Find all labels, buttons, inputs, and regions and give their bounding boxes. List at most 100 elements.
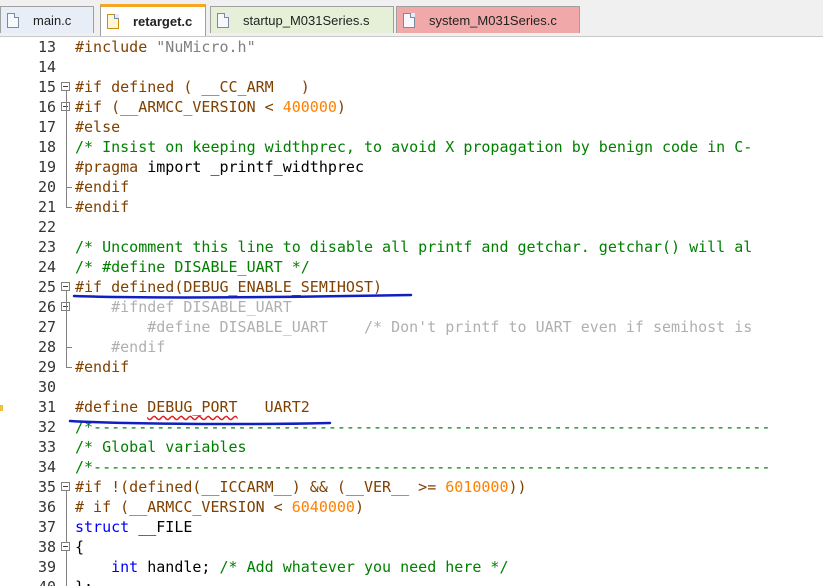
code-line[interactable]: 34 /*------------------------------------… xyxy=(0,457,823,477)
code-text: #include "NuMicro.h" xyxy=(75,37,256,57)
code-text: #endif xyxy=(75,177,129,197)
code-line[interactable]: 37 struct __FILE xyxy=(0,517,823,537)
fold-end xyxy=(66,367,72,368)
code-text: /* Insist on keeping widthprec, to avoid… xyxy=(75,137,752,157)
code-text: #else xyxy=(75,117,120,137)
code-token: int xyxy=(111,558,139,576)
line-number: 24 xyxy=(37,258,56,276)
code-text: #endif xyxy=(75,197,129,217)
code-line[interactable]: 30 xyxy=(0,377,823,397)
line-number: 13 xyxy=(37,38,56,56)
fold-end xyxy=(66,207,72,208)
code-line[interactable]: 29 #endif xyxy=(0,357,823,377)
code-text: /* #define DISABLE_UART */ xyxy=(75,257,310,277)
code-token: #define xyxy=(75,398,148,416)
tab-main-c[interactable]: main.c xyxy=(0,6,94,33)
fold-guide xyxy=(66,291,67,367)
fold-toggle-icon[interactable] xyxy=(61,282,70,291)
code-line[interactable]: 35 #if !(defined(__ICCARM__) && (__VER__ … xyxy=(0,477,823,497)
code-editor[interactable]: 13 #include "NuMicro.h" 14 15 #if defined ( … xyxy=(0,37,823,586)
code-token: #ifndef DISABLE_UART xyxy=(75,298,292,316)
code-line[interactable]: 21 #endif xyxy=(0,197,823,217)
line-number: 18 xyxy=(37,138,56,156)
code-text: int handle; /* Add whatever you need her… xyxy=(75,557,508,577)
code-line[interactable]: 36 # if (__ARMCC_VERSION < 6040000) xyxy=(0,497,823,517)
line-number: 40 xyxy=(0,577,56,586)
code-line[interactable]: 13 #include "NuMicro.h" xyxy=(0,37,823,57)
code-token: (__ARMCC_VERSION < xyxy=(120,498,292,516)
code-line[interactable]: 24 /* #define DISABLE_UART */ xyxy=(0,257,823,277)
line-number: 20 xyxy=(37,178,56,196)
tab-label: retarget.c xyxy=(133,14,193,29)
code-line[interactable]: 25 #if defined(DEBUG_ENABLE_SEMIHOST) xyxy=(0,277,823,297)
line-number: 35 xyxy=(37,478,56,496)
line-number: 21 xyxy=(37,198,56,216)
code-token: /*--------------------------------------… xyxy=(75,458,771,476)
code-token: 6040000 xyxy=(291,498,355,516)
code-token: DEBUG_PORT xyxy=(147,398,238,416)
code-text: { xyxy=(75,537,84,557)
code-token: #define DISABLE_UART /* Don't printf to … xyxy=(75,318,753,336)
fold-margin xyxy=(58,37,74,586)
code-line[interactable]: 33 /* Global variables xyxy=(0,437,823,457)
fold-end xyxy=(66,347,72,348)
code-token: #if xyxy=(75,478,112,496)
code-text: /* Uncomment this line to disable all pr… xyxy=(75,237,752,257)
line-number: 34 xyxy=(37,458,56,476)
tab-retarget-c[interactable]: retarget.c xyxy=(100,4,206,36)
code-token: /* Uncomment this line to disable all pr… xyxy=(75,238,753,256)
line-number: 26 xyxy=(37,298,56,316)
tab-label: main.c xyxy=(33,12,72,28)
code-token: #endif xyxy=(75,178,130,196)
code-line[interactable]: 14 xyxy=(0,57,823,77)
line-number: 32 xyxy=(37,418,56,436)
code-line[interactable]: 27 #define DISABLE_UART /* Don't printf … xyxy=(0,317,823,337)
code-line[interactable]: 28 #endif xyxy=(0,337,823,357)
code-token: )) xyxy=(508,478,527,496)
code-line[interactable]: 31 #define DEBUG_PORT UART2 xyxy=(0,397,823,417)
code-line[interactable]: 19 #pragma import _printf_widthprec xyxy=(0,157,823,177)
code-token: #if xyxy=(75,278,112,296)
code-token: !(defined(__ICCARM__) && (__VER__ >= xyxy=(111,478,446,496)
code-text: /*--------------------------------------… xyxy=(75,457,770,477)
code-line[interactable]: 22 xyxy=(0,217,823,237)
code-line[interactable]: 16 #if (__ARMCC_VERSION < 400000) xyxy=(0,97,823,117)
code-token: (__ARMCC_VERSION < xyxy=(111,98,283,116)
line-number: 30 xyxy=(37,378,56,396)
line-number: 39 xyxy=(37,558,56,576)
code-text: #if defined(DEBUG_ENABLE_SEMIHOST) xyxy=(75,277,382,297)
code-line[interactable]: 32 /*------------------------------------… xyxy=(0,417,823,437)
tab-system-m031series-c[interactable]: system_M031Series.c xyxy=(396,6,580,33)
fold-end xyxy=(66,187,72,188)
code-token: struct xyxy=(75,518,130,536)
code-text: #ifndef DISABLE_UART xyxy=(75,297,292,317)
code-token: }; xyxy=(75,578,93,586)
line-number: 23 xyxy=(37,238,56,256)
code-line[interactable]: 20 #endif xyxy=(0,177,823,197)
fold-toggle-icon[interactable] xyxy=(61,82,70,91)
fold-toggle-icon[interactable] xyxy=(61,542,70,551)
code-line[interactable]: 17 #else xyxy=(0,117,823,137)
code-text: #if !(defined(__ICCARM__) && (__VER__ >=… xyxy=(75,477,527,497)
code-line[interactable]: 23 /* Uncomment this line to disable all … xyxy=(0,237,823,257)
file-icon xyxy=(107,14,119,29)
code-line[interactable]: 38 { xyxy=(0,537,823,557)
code-line[interactable]: 40}; xyxy=(0,577,823,586)
code-token: #if xyxy=(75,98,112,116)
code-line[interactable]: 18 /* Insist on keeping widthprec, to avo… xyxy=(0,137,823,157)
code-token: /*--------------------------------------… xyxy=(75,418,771,436)
code-text: #define DEBUG_PORT UART2 xyxy=(75,397,310,417)
code-line[interactable]: 39 int handle; /* Add whatever you need … xyxy=(0,557,823,577)
code-text: #endif xyxy=(75,357,129,377)
code-text: struct __FILE xyxy=(75,517,192,537)
file-icon xyxy=(403,12,415,28)
code-line[interactable]: 26 #ifndef DISABLE_UART xyxy=(0,297,823,317)
code-line[interactable]: 15 #if defined ( __CC_ARM ) xyxy=(0,77,823,97)
code-token: 400000 xyxy=(282,98,337,116)
tab-startup-m031series-s[interactable]: startup_M031Series.s xyxy=(210,6,394,33)
line-number: 27 xyxy=(37,318,56,336)
fold-toggle-icon[interactable] xyxy=(61,482,70,491)
code-token: #endif xyxy=(75,358,130,376)
line-number: 29 xyxy=(37,358,56,376)
